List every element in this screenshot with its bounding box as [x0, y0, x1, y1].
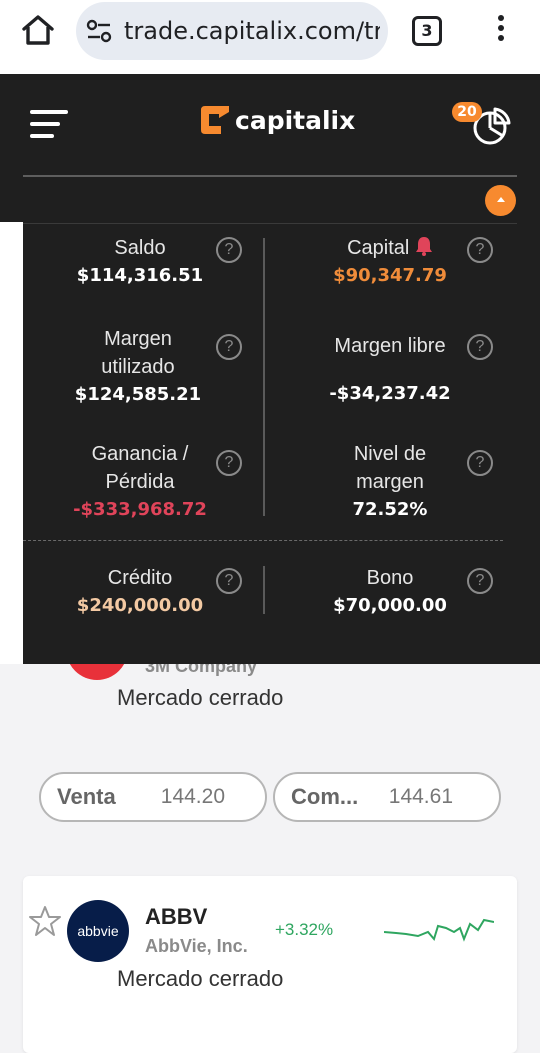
- header-divider: [23, 175, 517, 177]
- sell-label: Venta: [57, 784, 116, 809]
- abbvie-logo-text: abbvie: [77, 923, 119, 939]
- profit-loss-metric: Ganancia / Pérdida -$333,968.72: [50, 440, 230, 524]
- sparkline: [384, 918, 494, 942]
- credit-metric: Crédito $240,000.00: [50, 564, 230, 620]
- equity-metric: Capital $90,347.79: [300, 234, 480, 290]
- bottom-vertical-divider: [263, 566, 265, 614]
- notification-count-badge: 20: [452, 102, 482, 122]
- margin-level-metric: Nivel de margen 72.52%: [300, 440, 480, 524]
- used-margin-value: $124,585.21: [74, 384, 202, 405]
- used-margin-metric: Margen utilizado $124,585.21: [48, 325, 228, 409]
- sell-price: 144.20: [160, 785, 225, 808]
- equity-label-row: Capital: [300, 234, 480, 262]
- tab-switcher-button[interactable]: 3: [412, 16, 442, 46]
- bell-alert-icon[interactable]: [415, 236, 433, 256]
- brand-mark-icon: [201, 106, 229, 134]
- panel-gutter: [0, 222, 23, 664]
- market-status: Mercado cerrado: [117, 966, 284, 991]
- balance-metric: Saldo $114,316.51: [50, 234, 230, 290]
- credit-value: $240,000.00: [76, 595, 204, 616]
- profit-loss-help-icon[interactable]: ?: [216, 450, 242, 476]
- bonus-help-icon[interactable]: ?: [467, 568, 493, 594]
- favorite-star-icon[interactable]: [28, 904, 62, 942]
- summary-top-divider: [23, 223, 517, 224]
- market-status: Mercado cerrado: [117, 685, 284, 710]
- sell-button[interactable]: Venta 144.20: [39, 772, 267, 822]
- buy-label: Com...: [291, 784, 359, 809]
- metrics-dashed-divider: [23, 540, 503, 541]
- metrics-vertical-divider: [263, 238, 265, 516]
- site-settings-icon[interactable]: [86, 19, 112, 43]
- address-bar[interactable]: trade.capitalix.com/tr: [76, 2, 388, 60]
- free-margin-help-icon[interactable]: ?: [467, 334, 493, 360]
- equity-label: Capital: [347, 237, 410, 259]
- balance-label: Saldo: [114, 237, 166, 259]
- margin-level-label: Nivel de margen: [353, 443, 427, 493]
- equity-help-icon[interactable]: ?: [467, 237, 493, 263]
- bonus-value: $70,000.00: [333, 595, 447, 616]
- buy-button[interactable]: Com... 144.61: [273, 772, 501, 822]
- profit-loss-value: -$333,968.72: [73, 499, 207, 520]
- balance-value: $114,316.51: [76, 265, 204, 286]
- credit-help-icon[interactable]: ?: [216, 568, 242, 594]
- collapse-panel-button[interactable]: [485, 185, 516, 216]
- home-icon[interactable]: [20, 12, 56, 48]
- credit-label: Crédito: [107, 567, 173, 589]
- margin-level-value: 72.52%: [352, 499, 428, 520]
- used-margin-label: Margen utilizado: [101, 328, 175, 378]
- browser-toolbar: trade.capitalix.com/tr 3: [0, 0, 540, 74]
- equity-value: $90,347.79: [333, 265, 447, 286]
- stock-company-name: AbbVie, Inc.: [145, 936, 248, 956]
- bonus-metric: Bono $70,000.00: [300, 564, 480, 620]
- bonus-label: Bono: [366, 567, 414, 589]
- free-margin-label: Margen libre: [334, 335, 446, 357]
- brand-logo: capitalix: [197, 100, 355, 140]
- free-margin-metric: Margen libre -$34,237.42: [300, 332, 480, 408]
- menu-icon[interactable]: [30, 110, 68, 140]
- free-margin-value: -$34,237.42: [329, 383, 451, 404]
- stock-ticker: ABBV: [145, 904, 208, 929]
- margin-level-help-icon[interactable]: ?: [467, 450, 493, 476]
- used-margin-help-icon[interactable]: ?: [216, 334, 242, 360]
- url-text[interactable]: trade.capitalix.com/tr: [124, 17, 380, 45]
- brand-name: capitalix: [235, 105, 356, 135]
- profit-loss-label: Ganancia / Pérdida: [91, 443, 189, 493]
- balance-help-icon[interactable]: ?: [216, 237, 242, 263]
- portfolio-button[interactable]: 20: [452, 102, 512, 146]
- stock-logo-abbvie: abbvie: [67, 900, 129, 962]
- more-options-icon[interactable]: [493, 15, 509, 47]
- buy-price: 144.61: [388, 785, 453, 808]
- price-change: +3.32%: [275, 920, 334, 939]
